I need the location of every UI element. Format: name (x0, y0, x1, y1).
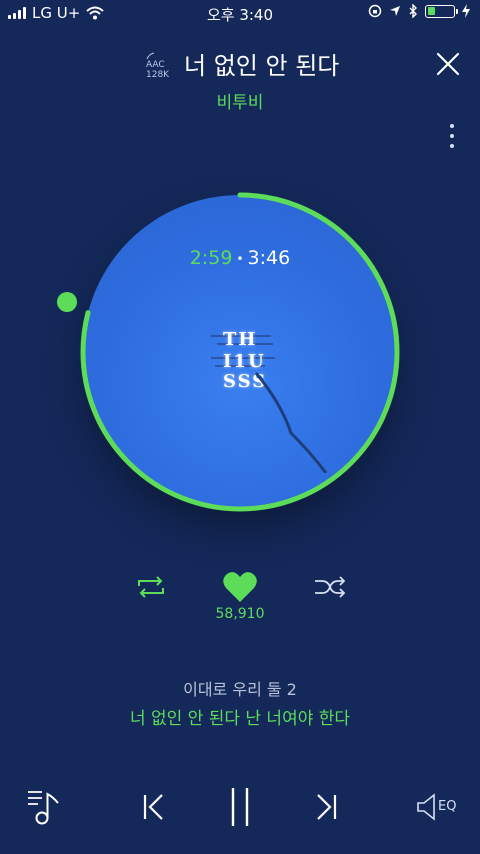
progress-ring[interactable] (75, 187, 405, 517)
playlist-music-icon (28, 791, 59, 825)
location-icon (390, 6, 400, 16)
orientation-lock-icon (368, 4, 382, 18)
close-button[interactable] (434, 50, 462, 78)
status-right (368, 4, 470, 18)
more-options-button[interactable] (446, 124, 458, 152)
signal-wave-icon (146, 52, 155, 60)
quality-bitrate: 128K (146, 70, 170, 80)
speaker-icon (417, 793, 435, 821)
battery-level (427, 7, 435, 15)
pause-button[interactable] (228, 786, 252, 828)
lyric-previous-line[interactable]: 이대로 우리 둘 2 (0, 676, 480, 700)
song-title: 너 없인 안 된다 (184, 52, 340, 80)
next-icon (317, 794, 337, 820)
like-button[interactable] (222, 570, 258, 604)
previous-icon (143, 794, 163, 820)
audio-quality-badge: AAC 128K (146, 52, 182, 80)
heart-icon (223, 572, 257, 602)
previous-track-button[interactable] (140, 792, 168, 822)
bluetooth-icon (409, 4, 417, 18)
repeat-button[interactable] (133, 574, 169, 600)
playback-disc: 2:59 • 3:46 TH I1U SSS (75, 187, 405, 517)
pause-icon (231, 788, 249, 826)
status-bar: LG U+ 오후 3:40 (0, 0, 480, 26)
eq-label: EQ (438, 799, 457, 814)
playlist-button[interactable] (26, 788, 66, 826)
battery-icon (425, 4, 458, 18)
shuffle-button[interactable] (312, 574, 348, 600)
charging-icon (462, 4, 470, 18)
close-icon (436, 52, 460, 76)
lyric-current-line[interactable]: 너 없인 안 된다 난 너여야 한다 (0, 704, 480, 729)
shuffle-icon (315, 576, 346, 598)
quality-codec: AAC (146, 60, 165, 70)
progress-knob[interactable] (57, 292, 77, 312)
equalizer-button[interactable]: EQ (416, 792, 462, 822)
repeat-icon (138, 576, 164, 598)
artist-name[interactable]: 비투비 (0, 88, 480, 113)
next-track-button[interactable] (312, 792, 340, 822)
like-count: 58,910 (215, 606, 265, 622)
